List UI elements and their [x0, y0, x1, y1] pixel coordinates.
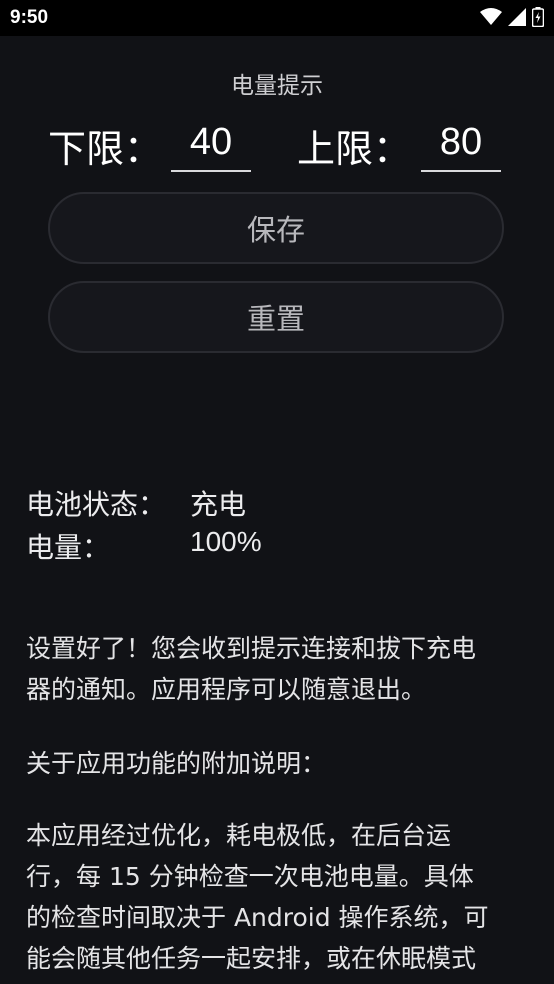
upper-limit-label: 上限： — [297, 127, 412, 171]
text-line: 能会随其他任务一起安排，或在休眠模式 — [26, 944, 477, 973]
save-button[interactable]: 保存 — [48, 192, 504, 264]
upper-limit-input[interactable]: 80 — [421, 116, 501, 172]
text-line: 行，每 15 分钟检查一次电池电量。具体 — [26, 862, 474, 891]
wifi-icon — [480, 8, 502, 26]
confirmation-text: 设置好了！您会收到提示连接和拔下充电 器的通知。应用程序可以随意退出。 — [26, 628, 532, 710]
battery-status-value: 充电 — [190, 488, 247, 521]
page-title: 电量提示 — [231, 73, 323, 99]
lower-limit-input[interactable]: 40 — [171, 116, 251, 172]
text-line: 设置好了！您会收到提示连接和拔下充电 — [26, 634, 477, 663]
reset-button[interactable]: 重置 — [48, 281, 504, 353]
lower-limit-label: 下限： — [48, 127, 163, 171]
battery-icon — [532, 7, 544, 27]
notes-text: 本应用经过优化，耗电极低，在后台运 行，每 15 分钟检查一次电池电量。具体 的… — [26, 815, 532, 979]
notes-heading: 关于应用功能的附加说明： — [26, 749, 327, 778]
text-line: 本应用经过优化，耗电极低，在后台运 — [26, 821, 452, 850]
battery-level-value: 100% — [190, 526, 262, 557]
battery-level-label: 电量： — [26, 531, 111, 564]
status-time: 9:50 — [10, 7, 49, 28]
text-line: 的检查时间取决于 Android 操作系统，可 — [26, 903, 489, 932]
status-bar: 9:50 — [0, 0, 554, 36]
status-icons — [480, 7, 544, 27]
text-line: 器的通知。应用程序可以随意退出。 — [26, 675, 427, 704]
signal-icon — [508, 8, 526, 26]
battery-status-label: 电池状态： — [26, 488, 167, 521]
